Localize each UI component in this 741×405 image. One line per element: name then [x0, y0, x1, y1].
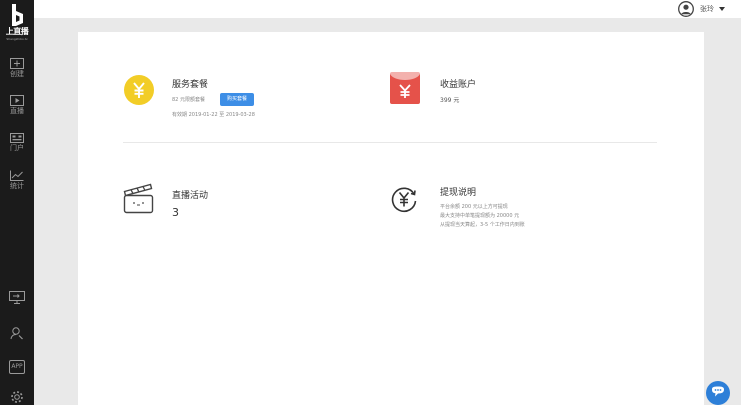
service-title: 服务套餐 — [172, 80, 209, 90]
username: 张玲 — [700, 5, 714, 13]
gear-icon — [11, 391, 23, 403]
app-icon: APP — [9, 360, 25, 374]
live-count: 3 — [172, 206, 179, 219]
logo-text: 上直播 — [5, 27, 29, 36]
income-title: 收益账户 — [440, 80, 477, 90]
chevron-down-icon — [719, 7, 725, 11]
chat-button[interactable] — [706, 381, 730, 405]
portal-icon — [10, 133, 24, 143]
sidebar-item-users[interactable] — [0, 326, 34, 340]
yen-cycle-icon — [391, 187, 417, 213]
service-plan: 82 元限额套餐 — [172, 97, 205, 103]
divider — [123, 142, 657, 143]
logo-icon — [12, 4, 23, 26]
sidebar: 上直播 Shangzhibo.tv 创建 直播 门户 统计 APP — [0, 0, 34, 405]
sidebar-item-live[interactable]: 直播 — [0, 95, 34, 116]
play-square-icon — [10, 95, 24, 106]
withdraw-line: 平台余额 200 元以上方可提现 — [440, 204, 508, 210]
user-avatar-icon — [678, 1, 694, 17]
sidebar-item-create[interactable]: 创建 — [0, 58, 34, 79]
sidebar-item-settings[interactable] — [0, 390, 34, 404]
plus-square-icon — [10, 58, 24, 69]
sidebar-item-label: 统计 — [10, 182, 24, 190]
clapperboard-icon — [123, 183, 154, 214]
logo-subtitle: Shangzhibo.tv — [6, 37, 28, 41]
user-search-icon — [10, 327, 23, 340]
withdraw-line: 从提现当天算起，3-5 个工作日内到账 — [440, 222, 525, 228]
top-bar: 张玲 — [34, 0, 741, 18]
sidebar-item-app[interactable]: APP — [0, 360, 34, 374]
chat-bubble-icon — [712, 386, 724, 397]
yen-circle-icon — [124, 75, 154, 105]
screen-share-icon — [9, 291, 25, 304]
sidebar-item-portal[interactable]: 门户 — [0, 133, 34, 153]
buy-package-button[interactable]: 购买套餐 — [220, 93, 255, 106]
logo[interactable]: 上直播 Shangzhibo.tv — [0, 2, 34, 42]
withdraw-title: 提现说明 — [440, 188, 477, 198]
sidebar-item-label: 直播 — [10, 107, 24, 115]
dashboard-card: 服务套餐 82 元限额套餐 购买套餐 有效期 2019-01-22 至 2019… — [78, 32, 704, 405]
chart-line-icon — [10, 170, 24, 181]
income-amount: 399 元 — [440, 97, 460, 104]
sidebar-item-screen[interactable] — [0, 291, 34, 304]
live-title: 直播活动 — [172, 191, 209, 201]
sidebar-item-label: 创建 — [10, 70, 24, 78]
sidebar-item-label: 门户 — [10, 144, 24, 152]
user-menu[interactable]: 张玲 — [678, 0, 725, 18]
red-envelope-icon — [390, 72, 420, 104]
withdraw-line: 最大支持中单笔提现额为 20000 元 — [440, 213, 520, 219]
sidebar-item-stats[interactable]: 统计 — [0, 170, 34, 191]
service-validity: 有效期 2019-01-22 至 2019-03-28 — [172, 112, 255, 118]
